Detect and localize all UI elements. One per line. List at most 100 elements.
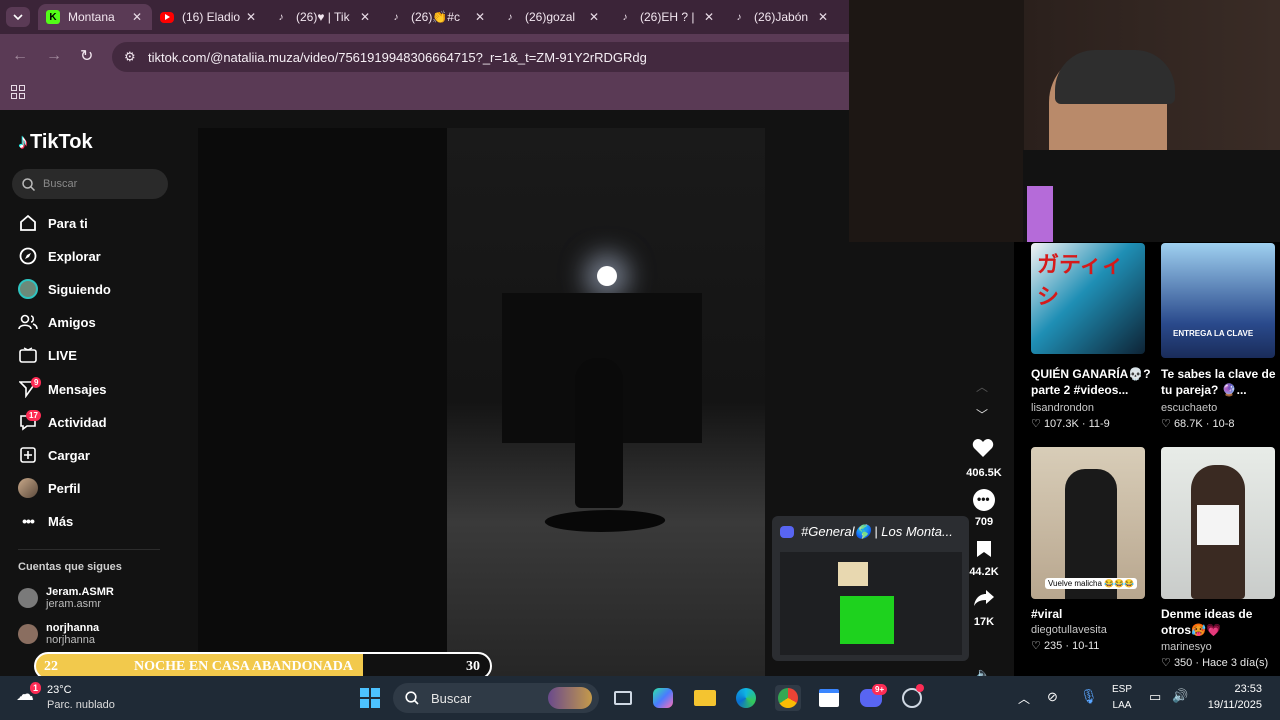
- recommended-likes: 350: [1173, 657, 1193, 669]
- weather-badge: 1: [30, 682, 42, 694]
- close-icon[interactable]: ✕: [814, 10, 832, 24]
- weather-temp[interactable]: 23°C: [47, 684, 72, 696]
- recommended-caption[interactable]: QUIÉN GANARÍA💀? parte 2 #videos...: [1031, 366, 1151, 398]
- nav-item-live[interactable]: LIVE: [18, 345, 77, 365]
- discord-popup[interactable]: #General🌎 | Los Monta...: [772, 516, 969, 661]
- share-button[interactable]: [973, 589, 995, 609]
- home-icon: [18, 213, 38, 233]
- tiktok-wordmark: TikTok: [30, 131, 93, 153]
- apps-grid-icon[interactable]: [11, 85, 25, 99]
- address-bar[interactable]: ⚙ tiktok.com/@nataliia.muza/video/756191…: [112, 42, 849, 72]
- weather-description[interactable]: Parc. nublado: [47, 699, 115, 711]
- discord-icon: [780, 526, 794, 538]
- recommended-likes: 68.7K: [1173, 418, 1203, 430]
- nav-item-amigos[interactable]: Amigos: [18, 312, 96, 332]
- nav-label: Mensajes: [48, 381, 107, 397]
- microsoft-store-icon[interactable]: [816, 685, 842, 711]
- edge-browser-icon[interactable]: [733, 685, 759, 711]
- tiktok-logo[interactable]: ♪ TikTok: [18, 131, 93, 154]
- nav-item-siguiendo[interactable]: Siguiendo: [18, 279, 111, 299]
- speaker-icon[interactable]: 🔊: [1172, 688, 1188, 704]
- keyboard-language[interactable]: ESP: [1112, 684, 1132, 695]
- share-arrow-icon: [974, 590, 994, 606]
- nav-item-cargar[interactable]: Cargar: [18, 445, 90, 465]
- heart-outline-icon: ♡: [1031, 640, 1041, 652]
- browser-tab[interactable]: ♪ (26)♥ | Tik ✕: [266, 4, 380, 30]
- nav-item-mas[interactable]: ••• Más: [18, 511, 73, 531]
- task-view-icon[interactable]: [610, 685, 636, 711]
- following-avatar-icon: [18, 279, 38, 299]
- recommended-thumbnail[interactable]: [1161, 447, 1275, 599]
- recommended-thumbnail[interactable]: ガティィシ: [1031, 243, 1145, 354]
- recommended-thumbnail[interactable]: ENTREGA LA CLAVE: [1161, 243, 1275, 358]
- activity-badge: 17: [26, 410, 41, 421]
- network-off-icon[interactable]: ⊘: [1047, 689, 1058, 705]
- avatar: [18, 588, 38, 608]
- recommended-author[interactable]: lisandrondon: [1031, 402, 1094, 414]
- browser-tab[interactable]: ♪ (26)gozal ✕: [495, 4, 609, 30]
- tiktok-favicon-icon: ♪: [278, 11, 284, 23]
- copilot-icon[interactable]: [650, 685, 676, 711]
- recommended-author[interactable]: marinesyo: [1161, 641, 1212, 653]
- save-button[interactable]: [976, 540, 992, 558]
- reload-icon[interactable]: ↻: [80, 46, 98, 65]
- browser-tab[interactable]: ♪ (26)Jabón ✕: [724, 4, 838, 30]
- browser-tab[interactable]: ♪ (26)👏#c ✕: [381, 4, 495, 30]
- heart-icon: [972, 439, 994, 457]
- close-icon[interactable]: ✕: [700, 10, 718, 24]
- site-settings-icon[interactable]: ⚙: [124, 49, 136, 65]
- search-input[interactable]: Buscar: [12, 169, 168, 199]
- close-icon[interactable]: ✕: [356, 10, 374, 24]
- close-icon[interactable]: ✕: [242, 10, 260, 24]
- taskbar-search-label: Buscar: [431, 690, 472, 706]
- browser-tab[interactable]: K Montana ✕: [38, 4, 152, 30]
- like-button[interactable]: [972, 438, 996, 460]
- microphone: [1027, 186, 1053, 242]
- forward-arrow-icon[interactable]: →: [46, 47, 64, 65]
- clock-time[interactable]: 23:53: [1220, 683, 1262, 695]
- keyboard-layout[interactable]: LAA: [1111, 700, 1133, 711]
- recommended-stats: ♡ 350 · Hace 3 día(s): [1161, 657, 1269, 669]
- tab-title: Montana: [68, 10, 115, 24]
- following-account[interactable]: Jeram.ASMR jeram.asmr: [18, 586, 114, 610]
- close-icon[interactable]: ✕: [585, 10, 603, 24]
- chevron-up-icon[interactable]: ︿: [1018, 690, 1030, 707]
- previous-video-icon[interactable]: ︿: [976, 378, 988, 395]
- close-icon[interactable]: ✕: [128, 10, 146, 24]
- like-count: 406.5K: [966, 467, 1002, 479]
- nav-item-para-ti[interactable]: Para ti: [18, 213, 88, 233]
- discord-preview: [780, 552, 962, 655]
- taskbar-search[interactable]: Buscar: [393, 683, 599, 713]
- windows-start-button[interactable]: [357, 685, 383, 711]
- nav-item-explorar[interactable]: Explorar: [18, 246, 101, 266]
- clock-date[interactable]: 19/11/2025: [1200, 699, 1262, 711]
- url-text: tiktok.com/@nataliia.muza/video/75619199…: [148, 49, 647, 65]
- search-placeholder: Buscar: [43, 178, 78, 190]
- microphone-icon[interactable]: 🎙: [1080, 688, 1098, 705]
- nav-item-perfil[interactable]: Perfil: [18, 478, 81, 498]
- comment-button[interactable]: •••: [973, 489, 995, 511]
- back-arrow-icon[interactable]: ←: [12, 47, 30, 65]
- recommended-stats: ♡ 107.3K · 11-9: [1031, 418, 1110, 430]
- recommended-author[interactable]: diegotullavesita: [1031, 624, 1107, 636]
- tab-search-button[interactable]: [6, 7, 30, 27]
- tab-title: (26)👏#c: [411, 10, 460, 24]
- account-handle: norjhanna: [46, 634, 95, 646]
- following-account[interactable]: norjhanna norjhanna: [18, 622, 99, 646]
- display-icon[interactable]: ▭: [1149, 689, 1161, 705]
- close-icon[interactable]: ✕: [471, 10, 489, 24]
- browser-tab[interactable]: (16) Eladio ✕: [152, 4, 266, 30]
- tab-title: (26)Jabón: [754, 10, 809, 24]
- next-video-icon[interactable]: ﹀: [976, 406, 988, 423]
- recommended-caption[interactable]: Te sabes la clave de tu pareja? 🔮...: [1161, 366, 1279, 398]
- account-name: Jeram.ASMR: [46, 586, 114, 598]
- recommended-thumbnail[interactable]: Vuelve malicha 😂😂😂: [1031, 447, 1145, 599]
- chrome-browser-icon[interactable]: [775, 685, 801, 711]
- browser-tab[interactable]: ♪ (26)EH ? | ✕: [610, 4, 724, 30]
- recommended-caption[interactable]: Denme ideas de otros🥵💗: [1161, 606, 1273, 638]
- file-explorer-icon[interactable]: [692, 685, 718, 711]
- chevron-down-icon: [13, 14, 23, 20]
- tiktok-favicon-icon: ♪: [622, 11, 628, 23]
- recommended-author[interactable]: escuchaeto: [1161, 402, 1217, 414]
- recommended-caption[interactable]: #viral: [1031, 606, 1062, 622]
